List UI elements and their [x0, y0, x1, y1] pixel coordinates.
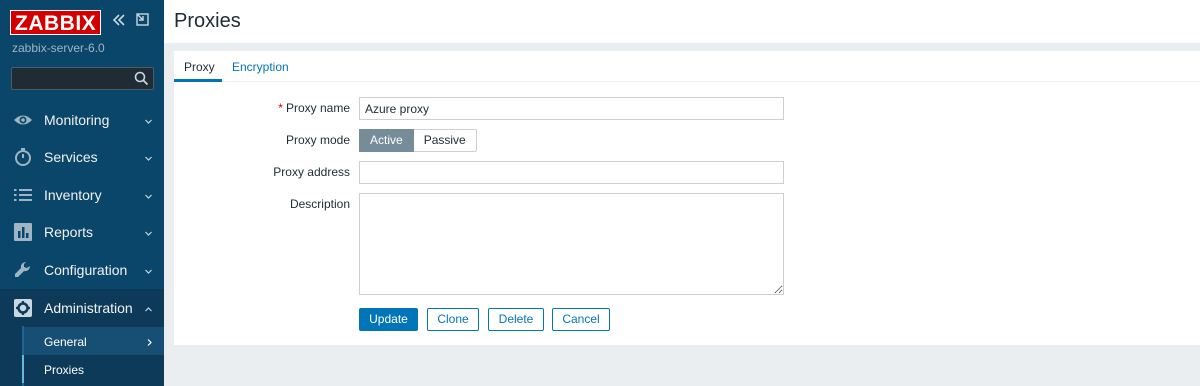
list-icon — [13, 185, 33, 205]
tab-bar: Proxy Encryption — [174, 51, 1200, 82]
menu-item-administration[interactable]: Administration — [0, 289, 164, 326]
eye-icon — [13, 110, 33, 130]
kiosk-mode-icon[interactable] — [135, 12, 151, 28]
server-name: zabbix-server-6.0 — [12, 41, 105, 55]
stopwatch-icon — [13, 147, 33, 167]
tab-proxy[interactable]: Proxy — [184, 60, 215, 74]
proxy-name-label-text: Proxy name — [285, 101, 350, 115]
chevron-down-icon — [144, 225, 153, 236]
submenu-item-general[interactable]: General — [24, 327, 164, 355]
chevron-up-icon — [144, 301, 153, 312]
clone-button[interactable]: Clone — [427, 308, 479, 331]
menu-label: Services — [44, 149, 98, 165]
submenu-label: General — [44, 335, 87, 349]
proxy-address-input[interactable] — [359, 161, 784, 184]
proxy-name-input[interactable] — [359, 97, 784, 120]
chevron-down-icon — [144, 113, 153, 124]
menu-label: Reports — [44, 224, 94, 240]
tab-encryption[interactable]: Encryption — [232, 60, 289, 74]
delete-button[interactable]: Delete — [488, 308, 544, 331]
proxy-name-label: * Proxy name — [278, 101, 350, 115]
wrench-icon — [13, 260, 33, 280]
description-label: Description — [289, 197, 350, 211]
proxy-mode-active-button[interactable]: Active — [359, 129, 414, 152]
proxy-address-label: Proxy address — [273, 165, 350, 179]
chevron-right-icon — [145, 336, 154, 346]
proxy-mode-label: Proxy mode — [285, 133, 350, 147]
administration-submenu: General Proxies — [0, 326, 164, 386]
chevron-down-icon — [144, 188, 153, 199]
proxy-mode-toggle: Active Passive — [359, 129, 477, 152]
submenu-item-proxies[interactable]: Proxies — [24, 355, 164, 383]
chevron-down-icon — [144, 263, 153, 274]
menu-item-reports[interactable]: Reports — [0, 213, 164, 250]
update-button[interactable]: Update — [359, 308, 418, 331]
menu-label: Administration — [44, 300, 133, 316]
chevron-down-icon — [144, 150, 153, 161]
active-tab-indicator — [174, 79, 222, 82]
page-header: Proxies — [164, 0, 1200, 43]
menu-item-services[interactable]: Services — [0, 138, 164, 175]
required-asterisk: * — [278, 101, 283, 115]
page-title: Proxies — [174, 10, 241, 32]
description-textarea[interactable] — [359, 193, 784, 295]
sidebar: ZABBIX zabbix-server-6.0 Monitoring Serv… — [0, 0, 164, 386]
bar-chart-icon — [13, 222, 33, 242]
logo-row: ZABBIX — [10, 10, 102, 35]
menu-item-inventory[interactable]: Inventory — [0, 176, 164, 213]
collapse-sidebar-icon[interactable] — [111, 12, 127, 28]
menu-label: Inventory — [44, 187, 102, 203]
menu-item-monitoring[interactable]: Monitoring — [0, 101, 164, 138]
menu-item-configuration[interactable]: Configuration — [0, 251, 164, 288]
search-input[interactable] — [11, 67, 154, 90]
gear-icon — [13, 298, 33, 318]
cancel-button[interactable]: Cancel — [552, 308, 610, 331]
zabbix-logo[interactable]: ZABBIX — [10, 10, 102, 35]
submenu-label: Proxies — [44, 363, 85, 377]
submenu-active-indicator — [22, 355, 24, 383]
search-icon[interactable] — [134, 71, 149, 86]
proxy-form-card: Proxy Encryption *Proxy name Proxy mode … — [174, 51, 1200, 345]
menu-label: Monitoring — [44, 112, 110, 128]
menu-label: Configuration — [44, 262, 128, 278]
proxy-mode-passive-button[interactable]: Passive — [413, 129, 477, 152]
